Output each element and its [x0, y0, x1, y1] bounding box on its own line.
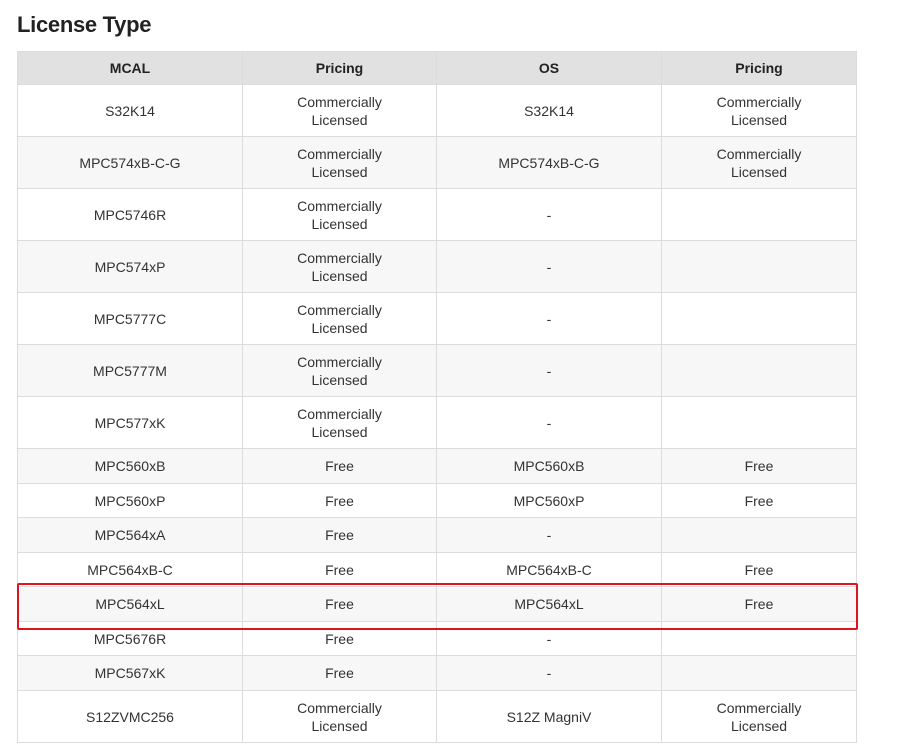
cell-mcal-pricing: Free [242, 517, 437, 553]
pricing-text: Commercially Licensed [297, 301, 382, 336]
cell-os: - [436, 621, 662, 656]
cell-mcal: MPC560xB [17, 448, 243, 484]
cell-mcal-pricing: Free [242, 483, 437, 518]
cell-os: - [436, 240, 662, 293]
cell-mcal: MPC5746R [17, 188, 243, 241]
cell-os-pricing [661, 517, 857, 553]
cell-mcal-pricing: Commercially Licensed [242, 690, 437, 743]
cell-os: - [436, 517, 662, 553]
table-row: S12ZVMC256 Commercially Licensed S12Z Ma… [17, 690, 857, 743]
cell-os: - [436, 655, 662, 691]
cell-os: MPC560xP [436, 483, 662, 518]
cell-mcal-pricing: Commercially Licensed [242, 84, 437, 137]
cell-os-pricing [661, 292, 857, 345]
cell-os-pricing: Commercially Licensed [661, 84, 857, 137]
table-row: S32K14 Commercially Licensed S32K14 Comm… [17, 84, 857, 137]
cell-os-pricing: Commercially Licensed [661, 690, 857, 743]
cell-os: MPC564xB-C [436, 552, 662, 587]
cell-os-pricing [661, 396, 857, 449]
cell-os-pricing [661, 621, 857, 656]
cell-mcal-pricing: Free [242, 655, 437, 691]
column-header-os: OS [436, 51, 662, 85]
cell-mcal-pricing: Commercially Licensed [242, 188, 437, 241]
table-body: S32K14 Commercially Licensed S32K14 Comm… [17, 84, 857, 743]
table-row-highlighted: MPC564xL Free MPC564xL Free [17, 586, 857, 622]
cell-mcal: MPC564xB-C [17, 552, 243, 587]
table-row: MPC5777M Commercially Licensed - [17, 344, 857, 397]
table-row: MPC560xB Free MPC560xB Free [17, 448, 857, 484]
cell-os-pricing: Free [661, 483, 857, 518]
table-row: MPC5777C Commercially Licensed - [17, 292, 857, 345]
license-table: MCAL Pricing OS Pricing S32K14 Commercia… [17, 51, 857, 743]
cell-os: - [436, 188, 662, 241]
cell-os: MPC564xL [436, 586, 662, 622]
pricing-text: Commercially Licensed [297, 699, 382, 734]
pricing-text: Commercially Licensed [297, 93, 382, 128]
table-row: MPC577xK Commercially Licensed - [17, 396, 857, 449]
cell-os: - [436, 396, 662, 449]
cell-os: S12Z MagniV [436, 690, 662, 743]
table-row: MPC574xP Commercially Licensed - [17, 240, 857, 293]
cell-mcal-pricing: Commercially Licensed [242, 240, 437, 293]
table-row: MPC5676R Free - [17, 621, 857, 656]
cell-os-pricing [661, 655, 857, 691]
pricing-text: Commercially Licensed [297, 353, 382, 388]
cell-mcal: MPC5676R [17, 621, 243, 656]
cell-mcal: MPC574xB-C-G [17, 136, 243, 189]
cell-mcal: S12ZVMC256 [17, 690, 243, 743]
cell-mcal-pricing: Free [242, 586, 437, 622]
cell-os: MPC574xB-C-G [436, 136, 662, 189]
pricing-text: Commercially Licensed [297, 249, 382, 284]
cell-mcal-pricing: Free [242, 448, 437, 484]
column-header-os-pricing: Pricing [661, 51, 857, 85]
cell-os: - [436, 344, 662, 397]
table-row: MPC5746R Commercially Licensed - [17, 188, 857, 241]
column-header-mcal: MCAL [17, 51, 243, 85]
cell-os: S32K14 [436, 84, 662, 137]
cell-mcal: MPC560xP [17, 483, 243, 518]
cell-mcal: MPC5777M [17, 344, 243, 397]
cell-os-pricing [661, 344, 857, 397]
cell-mcal: S32K14 [17, 84, 243, 137]
cell-mcal-pricing: Free [242, 552, 437, 587]
table-row: MPC564xA Free - [17, 517, 857, 553]
cell-mcal: MPC564xL [17, 586, 243, 622]
pricing-text: Commercially Licensed [297, 145, 382, 180]
pricing-text: Commercially Licensed [297, 197, 382, 232]
pricing-text: Commercially Licensed [716, 93, 802, 128]
cell-mcal-pricing: Commercially Licensed [242, 136, 437, 189]
cell-os-pricing [661, 240, 857, 293]
page-title: License Type [17, 12, 152, 37]
cell-mcal: MPC564xA [17, 517, 243, 553]
cell-mcal-pricing: Commercially Licensed [242, 396, 437, 449]
cell-mcal-pricing: Free [242, 621, 437, 656]
pricing-text: Commercially Licensed [716, 145, 802, 180]
cell-mcal: MPC574xP [17, 240, 243, 293]
cell-mcal-pricing: Commercially Licensed [242, 344, 437, 397]
cell-mcal: MPC5777C [17, 292, 243, 345]
table-row: MPC560xP Free MPC560xP Free [17, 483, 857, 518]
table-row: MPC564xB-C Free MPC564xB-C Free [17, 552, 857, 587]
cell-os: - [436, 292, 662, 345]
cell-os-pricing: Free [661, 586, 857, 622]
table-row: MPC567xK Free - [17, 655, 857, 691]
table-header-row: MCAL Pricing OS Pricing [17, 51, 857, 85]
column-header-mcal-pricing: Pricing [242, 51, 437, 85]
cell-os-pricing: Free [661, 552, 857, 587]
pricing-text: Commercially Licensed [297, 405, 382, 440]
cell-os: MPC560xB [436, 448, 662, 484]
cell-mcal-pricing: Commercially Licensed [242, 292, 437, 345]
cell-os-pricing: Commercially Licensed [661, 136, 857, 189]
table-row: MPC574xB-C-G Commercially Licensed MPC57… [17, 136, 857, 189]
cell-mcal: MPC577xK [17, 396, 243, 449]
cell-os-pricing [661, 188, 857, 241]
cell-os-pricing: Free [661, 448, 857, 484]
cell-mcal: MPC567xK [17, 655, 243, 691]
pricing-text: Commercially Licensed [716, 699, 802, 734]
